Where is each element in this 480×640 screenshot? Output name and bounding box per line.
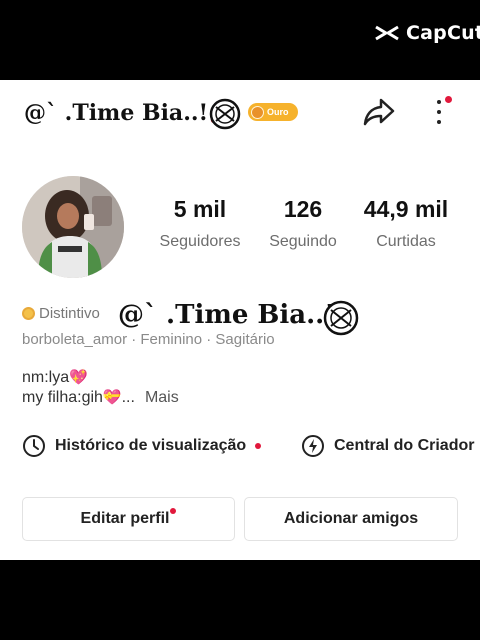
followers-stat[interactable]: 5 mil Seguidores xyxy=(150,196,250,251)
overlay-stamp-icon xyxy=(323,300,359,336)
likes-count: 44,9 mil xyxy=(363,196,449,222)
creator-center-link[interactable]: Central do Criador xyxy=(301,434,474,458)
gold-badge-label: Ouro xyxy=(267,107,289,117)
share-arrow-icon[interactable] xyxy=(362,96,396,128)
add-friends-label: Adicionar amigos xyxy=(283,510,419,527)
gold-coin-icon xyxy=(251,105,264,119)
followers-label: Seguidores xyxy=(159,233,241,250)
watermark-text: CapCut xyxy=(406,22,480,44)
username-text: @` .Time Bia..! xyxy=(24,100,209,126)
following-count: 126 xyxy=(283,196,323,222)
overlay-username-sticker: @` .Time Bia..!🍒 xyxy=(118,300,353,330)
heart-gift-emoji: 💝 xyxy=(102,389,122,406)
history-notification-dot xyxy=(255,443,262,449)
view-history-link[interactable]: Histórico de visualização xyxy=(22,434,262,458)
avatar-photo xyxy=(22,176,124,278)
gold-badge[interactable]: Ouro xyxy=(248,103,298,121)
profile-bio: nm:lya💖 my filha:gih💝... Mais xyxy=(22,368,179,408)
stamp-icon xyxy=(209,98,241,130)
heart-emoji: 💖 xyxy=(69,369,88,386)
notification-dot xyxy=(445,96,452,103)
view-history-label: Histórico de visualização xyxy=(55,437,247,454)
edit-profile-button[interactable]: Editar perfil xyxy=(22,497,235,541)
edit-profile-dot xyxy=(170,508,177,514)
edit-profile-label: Editar perfil xyxy=(80,510,170,527)
bio-line-2: my filha:gih xyxy=(22,389,103,406)
followers-count: 5 mil xyxy=(173,196,227,222)
profile-badge-row[interactable]: Distintivo xyxy=(22,305,100,322)
badge-icon xyxy=(22,307,35,320)
profile-meta: borboleta_amor · Feminino · Sagitário xyxy=(22,331,275,348)
lightning-icon xyxy=(302,435,324,457)
badge-text: Distintivo xyxy=(39,305,100,322)
following-label: Seguindo xyxy=(269,233,337,250)
likes-stat[interactable]: 44,9 mil Curtidas xyxy=(356,196,456,251)
clock-icon xyxy=(23,435,45,457)
bio-more-link[interactable]: Mais xyxy=(145,389,179,406)
bio-ellipsis: ... xyxy=(121,389,135,406)
capcut-watermark: CapCut xyxy=(374,20,480,46)
following-stat[interactable]: 126 Seguindo xyxy=(259,196,347,251)
add-friends-button[interactable]: Adicionar amigos xyxy=(244,497,458,541)
capcut-logo-icon xyxy=(375,25,399,41)
more-vertical-icon[interactable] xyxy=(432,96,452,128)
profile-username: @` .Time Bia..!🍒 xyxy=(24,100,226,126)
avatar[interactable] xyxy=(22,176,124,278)
overlay-text: @` .Time Bia..! xyxy=(118,300,336,330)
likes-label: Curtidas xyxy=(376,233,436,250)
bio-line-1: nm:lya xyxy=(22,369,70,386)
creator-center-label: Central do Criador xyxy=(334,437,475,454)
